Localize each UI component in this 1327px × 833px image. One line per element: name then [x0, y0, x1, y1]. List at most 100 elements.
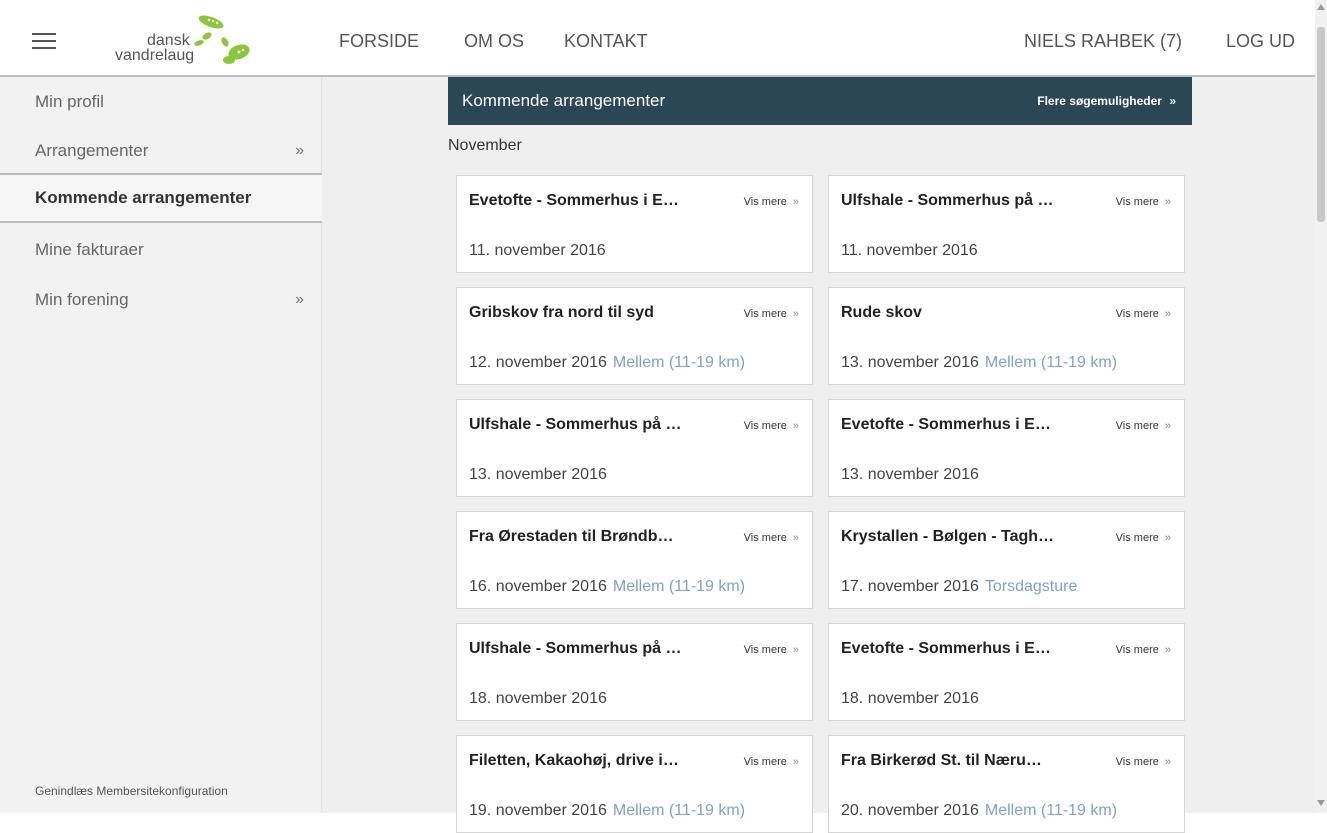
event-date-line: 11. november 2016 [469, 242, 606, 260]
vis-mere-label: Vis mere [1115, 420, 1159, 432]
vis-mere-link[interactable]: Vis mere » [744, 756, 799, 768]
event-date: 13. november 2016 [469, 466, 607, 483]
sidebar-item-min-profil[interactable]: Min profil [0, 77, 322, 127]
vis-mere-label: Vis mere [1115, 532, 1159, 544]
more-search-options-link[interactable]: Flere søgemuligheder » [1037, 94, 1176, 108]
vis-mere-link[interactable]: Vis mere » [744, 644, 799, 656]
vis-mere-label: Vis mere [743, 420, 787, 432]
nav-kontakt[interactable]: KONTAKT [564, 31, 648, 52]
event-card[interactable]: Ulfshale - Sommerhus på … Vis mere » 11. no… [828, 175, 1185, 273]
event-card[interactable]: Rude skov Vis mere » 13. november 2016 Melle… [828, 287, 1185, 385]
double-chevron-right-icon: » [1169, 94, 1176, 108]
vis-mere-link[interactable]: Vis mere » [1116, 756, 1171, 768]
logo-text-vandrelaug: vandrelaug [115, 47, 195, 64]
scroll-thumb[interactable] [1317, 27, 1325, 222]
event-date-line: 13. november 2016 [469, 466, 607, 484]
vis-mere-link[interactable]: Vis mere » [1116, 644, 1171, 656]
double-chevron-right-icon: » [1164, 308, 1171, 320]
event-title[interactable]: Evetofte - Sommerhus i E… [469, 192, 719, 210]
event-category-link[interactable]: Mellem (11-19 km) [985, 354, 1117, 371]
scroll-down-icon[interactable] [1317, 800, 1325, 806]
sidebar-item-mine-fakturaer[interactable]: Mine fakturaer [0, 225, 322, 275]
double-chevron-right-icon: » [792, 756, 799, 768]
sidebar-item-label: Min profil [35, 92, 104, 111]
vis-mere-label: Vis mere [743, 308, 787, 320]
reload-config-link[interactable]: Genindlæs Membersitekonfiguration [35, 784, 228, 798]
sidebar-item-arrangementer[interactable]: Arrangementer » [0, 126, 322, 176]
vis-mere-link[interactable]: Vis mere » [744, 196, 799, 208]
event-card[interactable]: Evetofte - Sommerhus i E… Vis mere » 13. no… [828, 399, 1185, 497]
sidebar-item-kommende-arrangementer[interactable]: Kommende arrangementer [0, 173, 322, 223]
event-card[interactable]: Ulfshale - Sommerhus på … Vis mere » 13. no… [456, 399, 813, 497]
double-chevron-right-icon: » [792, 308, 799, 320]
event-card[interactable]: Filetten, Kakaohøj, drive i… Vis mere » 19.… [456, 735, 813, 833]
event-card[interactable]: Krystallen - Bølgen - Tagh… Vis mere » 17. … [828, 511, 1185, 609]
event-date: 18. november 2016 [469, 690, 607, 707]
event-category-link[interactable]: Torsdagsture [985, 578, 1078, 595]
event-title[interactable]: Krystallen - Bølgen - Tagh… [841, 528, 1091, 546]
event-title[interactable]: Ulfshale - Sommerhus på … [469, 640, 719, 658]
event-date: 13. november 2016 [841, 466, 979, 483]
event-title[interactable]: Ulfshale - Sommerhus på … [469, 416, 719, 434]
logout-link[interactable]: LOG UD [1226, 31, 1295, 52]
main-content: Kommende arrangementer Flere søgemulighe… [322, 77, 1315, 833]
vis-mere-label: Vis mere [1115, 644, 1159, 656]
event-category-link[interactable]: Mellem (11-19 km) [613, 802, 745, 819]
vis-mere-link[interactable]: Vis mere » [744, 308, 799, 320]
double-chevron-right-icon: » [1164, 644, 1171, 656]
double-chevron-right-icon: » [792, 532, 799, 544]
event-title[interactable]: Gribskov fra nord til syd [469, 304, 719, 322]
event-card[interactable]: Fra Birkerød St. til Næru… Vis mere » 20. n… [828, 735, 1185, 833]
events-header: Kommende arrangementer Flere søgemulighe… [448, 77, 1192, 125]
more-search-options-label: Flere søgemuligheder [1037, 94, 1162, 108]
vis-mere-label: Vis mere [1115, 756, 1159, 768]
event-card[interactable]: Evetofte - Sommerhus i E… Vis mere » 18. no… [828, 623, 1185, 721]
event-title[interactable]: Ulfshale - Sommerhus på … [841, 192, 1091, 210]
event-title[interactable]: Filetten, Kakaohøj, drive i… [469, 752, 719, 770]
sidebar-item-label: Mine fakturaer [35, 240, 144, 259]
user-profile-link[interactable]: NIELS RAHBEK (7) [1024, 31, 1182, 52]
double-chevron-right-icon: » [1164, 420, 1171, 432]
sidebar-item-min-forening[interactable]: Min forening » [0, 275, 322, 325]
event-date: 18. november 2016 [841, 690, 979, 707]
double-chevron-right-icon: » [792, 196, 799, 208]
scroll-up-icon[interactable] [1317, 4, 1325, 10]
vis-mere-link[interactable]: Vis mere » [1116, 532, 1171, 544]
vis-mere-link[interactable]: Vis mere » [1116, 308, 1171, 320]
event-title[interactable]: Fra Ørestaden til Brøndb… [469, 528, 719, 546]
menu-icon[interactable] [32, 33, 56, 50]
vis-mere-link[interactable]: Vis mere » [744, 420, 799, 432]
event-date-line: 11. november 2016 [841, 242, 978, 260]
event-card[interactable]: Gribskov fra nord til syd Vis mere » 12. no… [456, 287, 813, 385]
event-title[interactable]: Evetofte - Sommerhus i E… [841, 416, 1091, 434]
event-title[interactable]: Rude skov [841, 304, 1091, 322]
event-date: 20. november 2016 [841, 802, 979, 819]
double-chevron-right-icon: » [792, 420, 799, 432]
event-date: 12. november 2016 [469, 354, 607, 371]
scrollbar[interactable] [1315, 0, 1327, 813]
event-category-link[interactable]: Mellem (11-19 km) [985, 802, 1117, 819]
event-date: 11. november 2016 [469, 242, 606, 259]
vis-mere-link[interactable]: Vis mere » [1116, 196, 1171, 208]
event-card[interactable]: Ulfshale - Sommerhus på … Vis mere » 18. no… [456, 623, 813, 721]
event-date-line: 18. november 2016 [469, 690, 607, 708]
event-category-link[interactable]: Mellem (11-19 km) [613, 578, 745, 595]
vis-mere-label: Vis mere [1115, 196, 1159, 208]
event-card[interactable]: Fra Ørestaden til Brøndb… Vis mere » 16. no… [456, 511, 813, 609]
sidebar-item-label: Kommende arrangementer [35, 188, 252, 207]
vis-mere-label: Vis mere [743, 756, 787, 768]
double-chevron-right-icon: » [1164, 532, 1171, 544]
nav-forside[interactable]: FORSIDE [339, 31, 419, 52]
event-title[interactable]: Fra Birkerød St. til Næru… [841, 752, 1091, 770]
event-date-line: 13. november 2016 Mellem (11-19 km) [841, 354, 1117, 372]
logo[interactable]: dansk vandrelaug [115, 10, 263, 70]
sidebar: Min profil Arrangementer » Kommende arra… [0, 77, 322, 813]
event-date: 16. november 2016 [469, 578, 607, 595]
vis-mere-link[interactable]: Vis mere » [744, 532, 799, 544]
nav-om-os[interactable]: OM OS [464, 31, 524, 52]
vis-mere-label: Vis mere [743, 532, 787, 544]
event-card[interactable]: Evetofte - Sommerhus i E… Vis mere » 11. no… [456, 175, 813, 273]
vis-mere-link[interactable]: Vis mere » [1116, 420, 1171, 432]
event-title[interactable]: Evetofte - Sommerhus i E… [841, 640, 1091, 658]
event-category-link[interactable]: Mellem (11-19 km) [613, 354, 745, 371]
